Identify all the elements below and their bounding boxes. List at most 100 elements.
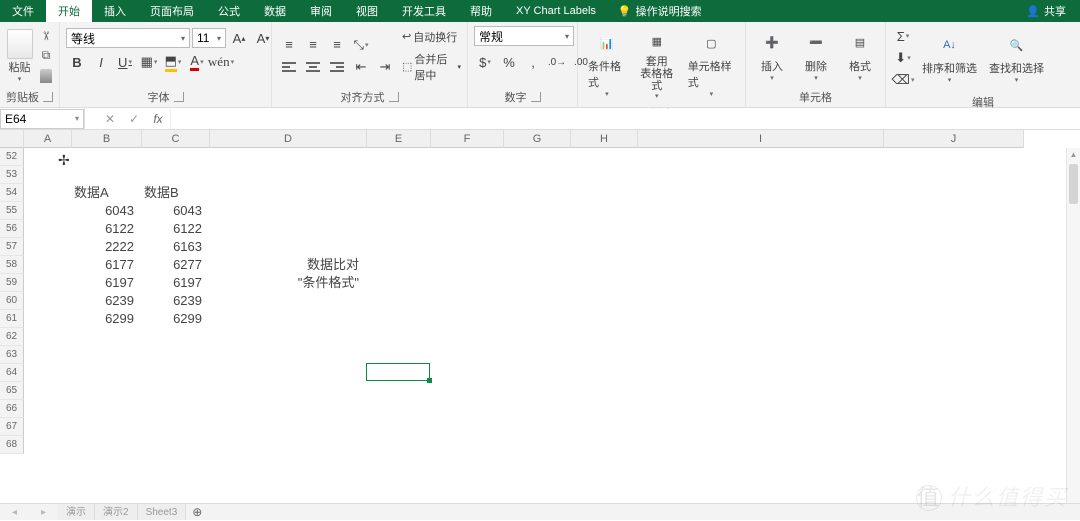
row-header-58[interactable]: 58	[0, 256, 24, 274]
tell-me[interactable]: 💡操作说明搜索	[618, 3, 702, 19]
cell-C59[interactable]: 6197	[142, 274, 210, 292]
col-header-C[interactable]: C	[142, 130, 210, 148]
font-name-combo[interactable]: 等线▾	[66, 28, 190, 48]
fill-color-button[interactable]: ⬒	[162, 52, 184, 72]
decrease-font-button[interactable]: A▾	[252, 28, 274, 48]
cell-C58[interactable]: 6277	[142, 256, 210, 274]
bold-button[interactable]: B	[66, 52, 88, 72]
tab-file[interactable]: 文件	[0, 0, 46, 22]
tab-help[interactable]: 帮助	[458, 0, 504, 22]
phonetic-guide-button[interactable]: wén	[210, 52, 232, 72]
cancel-formula-button[interactable]: ✕	[98, 112, 122, 126]
enter-formula-button[interactable]: ✓	[122, 112, 146, 126]
tab-xychart[interactable]: XY Chart Labels	[504, 2, 608, 20]
tab-data[interactable]: 数据	[252, 0, 298, 22]
tab-developer[interactable]: 开发工具	[390, 0, 458, 22]
comma-style-button[interactable]: ,	[522, 52, 544, 72]
cell-styles-button[interactable]: ▢单元格样式▾	[682, 26, 741, 102]
cell-C55[interactable]: 6043	[142, 202, 210, 220]
worksheet-grid[interactable]: ABCDEFGHIJ 52535455565758596061626364656…	[0, 130, 1080, 503]
row-header-68[interactable]: 68	[0, 436, 24, 454]
row-header-63[interactable]: 63	[0, 346, 24, 364]
sheet-tab-1[interactable]: 演示2	[95, 504, 138, 520]
tab-formulas[interactable]: 公式	[206, 0, 252, 22]
share-button[interactable]: 👤共享	[1012, 3, 1080, 19]
align-top-button[interactable]: ≡	[278, 35, 300, 55]
cell-C57[interactable]: 6163	[142, 238, 210, 256]
row-header-67[interactable]: 67	[0, 418, 24, 436]
decrease-indent-button[interactable]: ⇤	[350, 57, 372, 77]
autosum-button[interactable]: Σ	[892, 26, 914, 46]
increase-indent-button[interactable]: ⇥	[374, 57, 396, 77]
name-box[interactable]: E64▾	[0, 109, 84, 129]
row-header-55[interactable]: 55	[0, 202, 24, 220]
row-header-54[interactable]: 54	[0, 184, 24, 202]
sheet-tab-2[interactable]: Sheet3	[138, 504, 187, 520]
cell-C60[interactable]: 6239	[142, 292, 210, 310]
cell-B59[interactable]: 6197	[72, 274, 142, 292]
col-header-G[interactable]: G	[504, 130, 571, 148]
tab-home[interactable]: 开始	[46, 0, 92, 22]
sheet-nav-buttons[interactable]: ◂▸	[0, 507, 58, 518]
cell-D58[interactable]: 数据比对	[210, 256, 367, 274]
cut-button[interactable]: ✂	[38, 27, 54, 45]
delete-cells-button[interactable]: ➖删除▾	[794, 26, 838, 86]
dialog-launcher-icon[interactable]	[531, 92, 541, 102]
col-header-F[interactable]: F	[431, 130, 504, 148]
cell-B60[interactable]: 6239	[72, 292, 142, 310]
merge-center-button[interactable]: ⬚合并后居中▾	[402, 51, 461, 83]
row-header-59[interactable]: 59	[0, 274, 24, 292]
percent-button[interactable]: %	[498, 52, 520, 72]
cell-B61[interactable]: 6299	[72, 310, 142, 328]
row-header-53[interactable]: 53	[0, 166, 24, 184]
clear-button[interactable]: ⌫	[892, 70, 914, 90]
col-header-H[interactable]: H	[571, 130, 638, 148]
insert-cells-button[interactable]: ➕插入▾	[750, 26, 794, 86]
sort-filter-button[interactable]: A↓排序和筛选▾	[916, 28, 983, 88]
scroll-thumb[interactable]	[1069, 164, 1078, 204]
cell-B54[interactable]: 数据A	[72, 184, 142, 202]
italic-button[interactable]: I	[90, 52, 112, 72]
new-sheet-button[interactable]: ⊕	[186, 505, 208, 519]
font-size-combo[interactable]: 11▾	[192, 28, 226, 48]
dialog-launcher-icon[interactable]	[174, 92, 184, 102]
align-bottom-button[interactable]: ≡	[326, 35, 348, 55]
increase-decimal-button[interactable]: .0→	[546, 52, 568, 72]
cell-B58[interactable]: 6177	[72, 256, 142, 274]
align-center-button[interactable]	[302, 57, 324, 77]
increase-font-button[interactable]: A▴	[228, 28, 250, 48]
col-header-I[interactable]: I	[638, 130, 884, 148]
row-header-66[interactable]: 66	[0, 400, 24, 418]
format-as-table-button[interactable]: ▦套用 表格格式▾	[632, 24, 682, 104]
cell-B56[interactable]: 6122	[72, 220, 142, 238]
row-header-62[interactable]: 62	[0, 328, 24, 346]
cell-C61[interactable]: 6299	[142, 310, 210, 328]
border-button[interactable]: ▦	[138, 52, 160, 72]
col-header-J[interactable]: J	[884, 130, 1024, 148]
col-header-D[interactable]: D	[210, 130, 367, 148]
cell-B55[interactable]: 6043	[72, 202, 142, 220]
wrap-text-button[interactable]: ↩自动换行	[402, 29, 461, 45]
format-painter-button[interactable]	[37, 68, 55, 84]
orientation-button[interactable]: ⤡	[350, 35, 372, 55]
copy-button[interactable]: ⧉	[37, 48, 55, 64]
font-color-button[interactable]: A	[186, 52, 208, 72]
column-headers[interactable]: ABCDEFGHIJ	[24, 130, 1024, 148]
cell-C54[interactable]: 数据B	[142, 184, 210, 202]
tab-review[interactable]: 审阅	[298, 0, 344, 22]
insert-function-button[interactable]: fx	[146, 112, 170, 126]
conditional-format-button[interactable]: 📊条件格式▾	[582, 26, 632, 102]
dialog-launcher-icon[interactable]	[389, 92, 399, 102]
sheet-tab-0[interactable]: 演示	[58, 504, 95, 520]
number-format-combo[interactable]: 常规▾	[474, 26, 574, 46]
find-select-button[interactable]: 🔍查找和选择▾	[983, 28, 1050, 88]
row-header-61[interactable]: 61	[0, 310, 24, 328]
row-headers[interactable]: 5253545556575859606162636465666768	[0, 148, 24, 454]
tab-page-layout[interactable]: 页面布局	[138, 0, 206, 22]
vertical-scrollbar[interactable]: ▲	[1066, 148, 1080, 503]
cell-C56[interactable]: 6122	[142, 220, 210, 238]
fill-button[interactable]: ⬇	[892, 48, 914, 68]
align-left-button[interactable]	[278, 57, 300, 77]
row-header-65[interactable]: 65	[0, 382, 24, 400]
cell-D59[interactable]: "条件格式"	[210, 274, 367, 292]
